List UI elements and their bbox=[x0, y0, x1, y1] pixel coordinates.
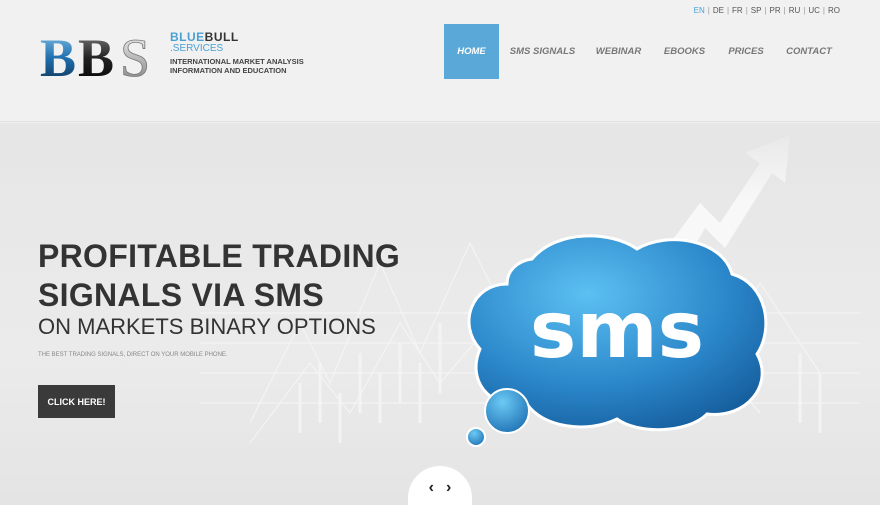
hero-headline-2: SIGNALS VIA SMS bbox=[38, 277, 325, 313]
bubble-dot-small bbox=[466, 427, 486, 447]
nav-sms-signals[interactable]: SMS SIGNALS bbox=[499, 24, 586, 79]
site-logo[interactable]: B B S BLUEBULL .SERVICES INTERNATIONAL M… bbox=[40, 28, 304, 83]
nav-prices[interactable]: PRICES bbox=[718, 24, 774, 79]
slider-next-icon[interactable]: › bbox=[446, 479, 451, 497]
main-nav: HOME SMS SIGNALS WEBINAR EBOOKS PRICES C… bbox=[444, 24, 844, 79]
logo-blue: BLUE bbox=[170, 30, 205, 44]
slider-prev-icon[interactable]: ‹ bbox=[429, 479, 434, 497]
bubble-dot-large bbox=[484, 388, 530, 434]
nav-ebooks[interactable]: EBOOKS bbox=[651, 24, 718, 79]
sms-speech-bubble: sms bbox=[466, 234, 768, 447]
logo-text: BLUEBULL .SERVICES INTERNATIONAL MARKET … bbox=[170, 31, 304, 75]
lang-uc[interactable]: UC bbox=[808, 6, 820, 15]
language-selector: EN | DE | FR | SP | PR | RU | UC | RO bbox=[693, 6, 840, 15]
logo-services: .SERVICES bbox=[170, 43, 224, 54]
hero-slider: PROFITABLE TRADING SIGNALS VIA SMS ON MA… bbox=[0, 123, 880, 505]
lang-sp[interactable]: SP bbox=[751, 6, 762, 15]
hero-subheadline: ON MARKETS BINARY OPTIONS bbox=[38, 314, 376, 339]
lang-de[interactable]: DE bbox=[713, 6, 724, 15]
logo-tagline-1: INTERNATIONAL MARKET ANALYSIS bbox=[170, 57, 304, 66]
hero-tagline: THE BEST TRADING SIGNALS, DIRECT ON YOUR… bbox=[38, 352, 228, 358]
logo-letter-2: B bbox=[78, 28, 114, 83]
nav-webinar[interactable]: WEBINAR bbox=[586, 24, 651, 79]
site-header: EN | DE | FR | SP | PR | RU | UC | RO B … bbox=[0, 0, 880, 122]
lang-en[interactable]: EN bbox=[694, 6, 705, 15]
bbs-logo-mark: B B S bbox=[40, 28, 150, 83]
hero-headline-1: PROFITABLE TRADING bbox=[38, 238, 401, 274]
logo-letter-3: S bbox=[120, 28, 150, 83]
logo-bull: BULL bbox=[204, 30, 239, 44]
logo-tagline-2: INFORMATION AND EDUCATION bbox=[170, 66, 287, 75]
lang-ro[interactable]: RO bbox=[828, 6, 840, 15]
nav-contact[interactable]: CONTACT bbox=[774, 24, 844, 79]
lang-fr[interactable]: FR bbox=[732, 6, 743, 15]
bubble-text: sms bbox=[530, 286, 704, 376]
nav-home[interactable]: HOME bbox=[444, 24, 499, 79]
lang-ru[interactable]: RU bbox=[789, 6, 801, 15]
click-here-button[interactable]: CLICK HERE! bbox=[38, 385, 115, 418]
lang-pr[interactable]: PR bbox=[770, 6, 781, 15]
logo-letter-1: B bbox=[40, 28, 76, 83]
